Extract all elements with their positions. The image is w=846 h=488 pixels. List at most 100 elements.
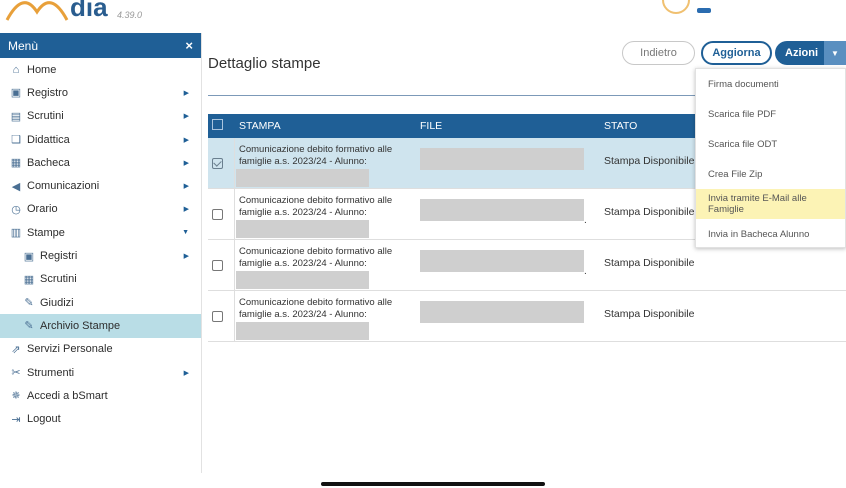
external-link-icon: ⇗ bbox=[11, 343, 21, 356]
megaphone-icon: ◀ bbox=[11, 180, 21, 193]
stato-cell: Stampa Disponibile bbox=[604, 206, 695, 218]
redacted-name bbox=[236, 169, 369, 187]
menu-item-invia-tramite-e-mail-alle-famiglie[interactable]: Invia tramite E-Mail alle Famiglie bbox=[696, 189, 845, 219]
back-button[interactable]: Indietro bbox=[622, 41, 695, 65]
sidebar-item-giudizi[interactable]: ✎ Giudizi bbox=[0, 291, 201, 314]
column-header-stato[interactable]: STATO bbox=[604, 120, 637, 132]
grid-icon: ▦ bbox=[23, 273, 35, 286]
star-icon: ✵ bbox=[11, 390, 21, 403]
redacted-file[interactable] bbox=[420, 250, 584, 272]
caret-right-icon: ▶ bbox=[183, 113, 189, 121]
table-row[interactable]: Comunicazione debito formativo alle fami… bbox=[208, 291, 846, 342]
caret-right-icon: ▶ bbox=[183, 136, 189, 144]
home-icon: ⌂ bbox=[12, 63, 20, 76]
sidebar-item-label: Didattica bbox=[27, 133, 70, 146]
sidebar-item-bacheca[interactable]: ▦ Bacheca ▶ bbox=[0, 151, 201, 174]
app-version: 4.39.0 bbox=[117, 10, 143, 20]
sidebar-item-label: Registro bbox=[27, 86, 68, 99]
calendar-icon: ▣ bbox=[23, 250, 35, 263]
redacted-name bbox=[236, 220, 369, 238]
stato-cell: Stampa Disponibile bbox=[604, 308, 695, 320]
sidebar-item-label: Accedi a bSmart bbox=[27, 389, 108, 402]
caret-right-icon: ▶ bbox=[183, 183, 189, 191]
row-checkbox[interactable] bbox=[212, 209, 223, 220]
calendar-icon: ▣ bbox=[10, 87, 22, 100]
board-icon: ▦ bbox=[10, 157, 22, 170]
menu-item-crea-file-zip[interactable]: Crea File Zip bbox=[696, 159, 845, 189]
caret-right-icon: ▶ bbox=[183, 159, 189, 167]
row-divider bbox=[234, 138, 235, 188]
row-checkbox[interactable] bbox=[212, 260, 223, 271]
redacted-file[interactable] bbox=[420, 148, 584, 170]
column-header-file[interactable]: FILE bbox=[420, 120, 442, 132]
sidebar-item-scrutini[interactable]: ▦ Scrutini bbox=[0, 268, 201, 291]
document-icon: ▤ bbox=[10, 110, 22, 123]
app-logo: dia bbox=[70, 0, 108, 22]
edit-icon: ✎ bbox=[24, 297, 34, 310]
sidebar-item-comunicazioni[interactable]: ◀ Comunicazioni ▶ bbox=[0, 174, 201, 197]
row-divider bbox=[234, 240, 235, 290]
sidebar-item-orario[interactable]: ◷ Orario ▶ bbox=[0, 198, 201, 221]
file-suffix: . bbox=[584, 215, 587, 226]
row-checkbox[interactable] bbox=[212, 311, 223, 322]
redacted-file[interactable] bbox=[420, 199, 584, 221]
top-bar: dia 4.39.0 bbox=[0, 0, 846, 30]
sidebar-item-label: Logout bbox=[27, 413, 61, 426]
printer-icon: ▥ bbox=[10, 227, 22, 240]
sidebar: Menù × ⌂ Home ▣ Registro ▶ ▤ Scrutini ▶ ❑ Didatti… bbox=[0, 33, 202, 473]
sidebar-item-label: Scrutini bbox=[27, 110, 64, 123]
redacted-name bbox=[236, 271, 369, 289]
column-header-stampa[interactable]: STAMPA bbox=[239, 120, 281, 132]
sidebar-item-registro[interactable]: ▣ Registro ▶ bbox=[0, 81, 201, 104]
sidebar-item-label: Stampe bbox=[27, 226, 65, 239]
sidebar-item-registri[interactable]: ▣ Registri ▶ bbox=[0, 244, 201, 267]
refresh-button[interactable]: Aggiorna bbox=[701, 41, 772, 65]
stato-cell: Stampa Disponibile bbox=[604, 257, 695, 269]
sidebar-item-label: Strumenti bbox=[27, 366, 75, 379]
chevron-down-icon[interactable]: ▼ bbox=[824, 41, 846, 65]
menu-item-firma-documenti[interactable]: Firma documenti bbox=[696, 69, 845, 99]
notification-icon[interactable] bbox=[662, 0, 690, 14]
page-title: Dettaglio stampe bbox=[208, 55, 321, 72]
sidebar-menu: ⌂ Home ▣ Registro ▶ ▤ Scrutini ▶ ❑ Didattica ▶ ▦ Bac… bbox=[0, 58, 201, 431]
sidebar-item-scrutini[interactable]: ▤ Scrutini ▶ bbox=[0, 105, 201, 128]
caret-right-icon: ▶ bbox=[183, 206, 189, 214]
row-divider bbox=[234, 189, 235, 239]
menu-item-invia-in-bacheca-alunno[interactable]: Invia in Bacheca Alunno bbox=[696, 219, 845, 249]
user-menu-icon[interactable] bbox=[697, 8, 711, 13]
sidebar-item-home[interactable]: ⌂ Home bbox=[0, 58, 201, 81]
sidebar-item-label: Bacheca bbox=[27, 156, 70, 169]
stampa-cell: Comunicazione debito formativo alle fami… bbox=[239, 144, 393, 167]
sidebar-item-label: Comunicazioni bbox=[27, 180, 100, 193]
row-divider bbox=[234, 291, 235, 341]
sidebar-item-didattica[interactable]: ❑ Didattica ▶ bbox=[0, 128, 201, 151]
select-all-checkbox[interactable] bbox=[212, 119, 223, 130]
redacted-file[interactable] bbox=[420, 301, 584, 323]
sidebar-item-archivio-stampe[interactable]: ✎ Archivio Stampe bbox=[0, 314, 201, 338]
row-checkbox[interactable] bbox=[212, 158, 223, 169]
caret-right-icon: ▶ bbox=[183, 253, 189, 261]
sidebar-item-label: Archivio Stampe bbox=[40, 319, 121, 332]
stampa-cell: Comunicazione debito formativo alle fami… bbox=[239, 195, 393, 218]
sidebar-item-stampe[interactable]: ▥ Stampe ▼ bbox=[0, 221, 201, 244]
menu-item-scarica-file-pdf[interactable]: Scarica file PDF bbox=[696, 99, 845, 129]
stampa-cell: Comunicazione debito formativo alle fami… bbox=[239, 246, 393, 269]
stampa-cell: Comunicazione debito formativo alle fami… bbox=[239, 297, 393, 320]
sidebar-item-label: Scrutini bbox=[40, 273, 77, 286]
caret-down-icon: ▼ bbox=[182, 229, 189, 237]
sidebar-item-label: Servizi Personale bbox=[27, 343, 113, 356]
sidebar-item-logout[interactable]: ⇥ Logout bbox=[0, 407, 201, 430]
home-indicator bbox=[321, 482, 545, 486]
close-icon[interactable]: × bbox=[185, 38, 193, 53]
sidebar-item-servizi-personale[interactable]: ⇗ Servizi Personale bbox=[0, 338, 201, 361]
menu-item-scarica-file-odt[interactable]: Scarica file ODT bbox=[696, 129, 845, 159]
stato-cell: Stampa Disponibile bbox=[604, 155, 695, 167]
file-suffix: . bbox=[584, 266, 587, 277]
sidebar-item-label: Orario bbox=[27, 203, 58, 216]
clock-icon: ◷ bbox=[11, 203, 21, 216]
sidebar-item-strumenti[interactable]: ✂ Strumenti ▶ bbox=[0, 361, 201, 384]
sidebar-item-accedi-a-bsmart[interactable]: ✵ Accedi a bSmart bbox=[0, 384, 201, 407]
sidebar-header: Menù × bbox=[0, 33, 201, 58]
redacted-name bbox=[236, 322, 369, 340]
sidebar-item-label: Registri bbox=[40, 250, 78, 263]
